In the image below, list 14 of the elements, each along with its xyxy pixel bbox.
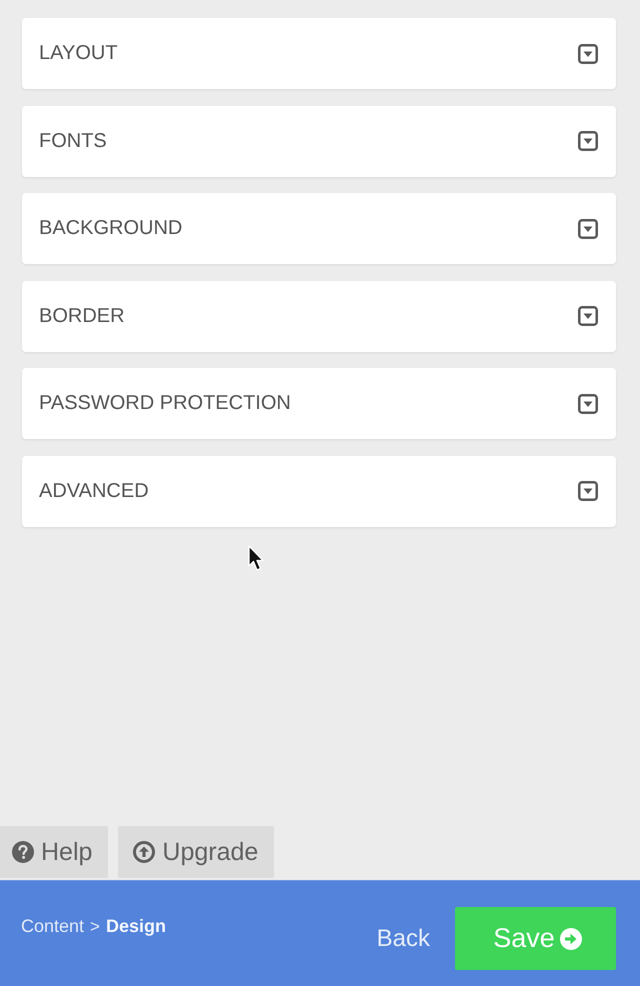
breadcrumb-separator: > bbox=[90, 917, 100, 937]
up-arrow-circle-icon bbox=[133, 841, 156, 863]
section-header[interactable]: PASSWORD PROTECTION bbox=[22, 368, 616, 439]
section-header[interactable]: LAYOUT bbox=[22, 18, 616, 89]
breadcrumb-current: Design bbox=[106, 916, 166, 937]
upgrade-button[interactable]: Upgrade bbox=[118, 826, 274, 878]
section-header[interactable]: FONTS bbox=[22, 106, 616, 176]
section-header[interactable]: BORDER bbox=[22, 280, 616, 352]
help-icon bbox=[12, 841, 34, 863]
section-header[interactable]: BACKGROUND bbox=[22, 193, 616, 264]
arrow-circle-icon bbox=[560, 928, 582, 950]
section-header[interactable]: ADVANCED bbox=[22, 456, 616, 526]
mouse-pointer-icon bbox=[248, 545, 266, 573]
help-button[interactable]: Help bbox=[0, 826, 108, 878]
